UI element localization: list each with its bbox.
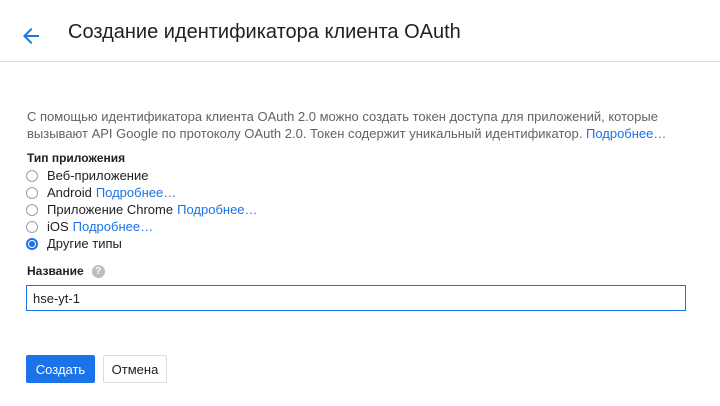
name-input[interactable] [26, 285, 686, 311]
radio-label: Android [47, 185, 92, 200]
radio-label: iOS [47, 219, 69, 234]
radio-button-selected[interactable] [26, 237, 38, 250]
app-type-radio-group: Веб-приложение Android Подробнее… Прилож… [26, 167, 258, 252]
learn-more-link[interactable]: Подробнее… [586, 126, 666, 141]
create-button[interactable]: Создать [26, 355, 95, 383]
app-type-label: Тип приложения [27, 151, 126, 165]
radio-button[interactable] [26, 203, 38, 216]
page-header: Создание идентификатора клиента OAuth [0, 0, 720, 62]
radio-label: Приложение Chrome [47, 202, 174, 217]
radio-label: Другие типы [47, 236, 122, 251]
radio-option-ios[interactable]: iOS Подробнее… [26, 218, 258, 235]
radio-option-android[interactable]: Android Подробнее… [26, 184, 258, 201]
radio-option-other[interactable]: Другие типы [26, 235, 258, 252]
back-arrow-icon[interactable] [19, 24, 43, 48]
help-icon[interactable]: ? [91, 264, 105, 278]
description: С помощью идентификатора клиента OAuth 2… [27, 108, 697, 142]
radio-button[interactable] [26, 186, 38, 199]
name-label-row: Название ? [27, 264, 105, 278]
chrome-learn-more-link[interactable]: Подробнее… [177, 202, 257, 217]
radio-label: Веб-приложение [47, 168, 149, 183]
android-learn-more-link[interactable]: Подробнее… [96, 185, 176, 200]
description-text: С помощью идентификатора клиента OAuth 2… [27, 109, 658, 141]
name-label: Название [27, 264, 84, 278]
radio-button[interactable] [26, 220, 38, 233]
radio-option-chrome[interactable]: Приложение Chrome Подробнее… [26, 201, 258, 218]
radio-option-web[interactable]: Веб-приложение [26, 167, 258, 184]
cancel-button[interactable]: Отмена [103, 355, 167, 383]
radio-button[interactable] [26, 169, 38, 182]
ios-learn-more-link[interactable]: Подробнее… [73, 219, 153, 234]
page-title: Создание идентификатора клиента OAuth [68, 21, 461, 43]
